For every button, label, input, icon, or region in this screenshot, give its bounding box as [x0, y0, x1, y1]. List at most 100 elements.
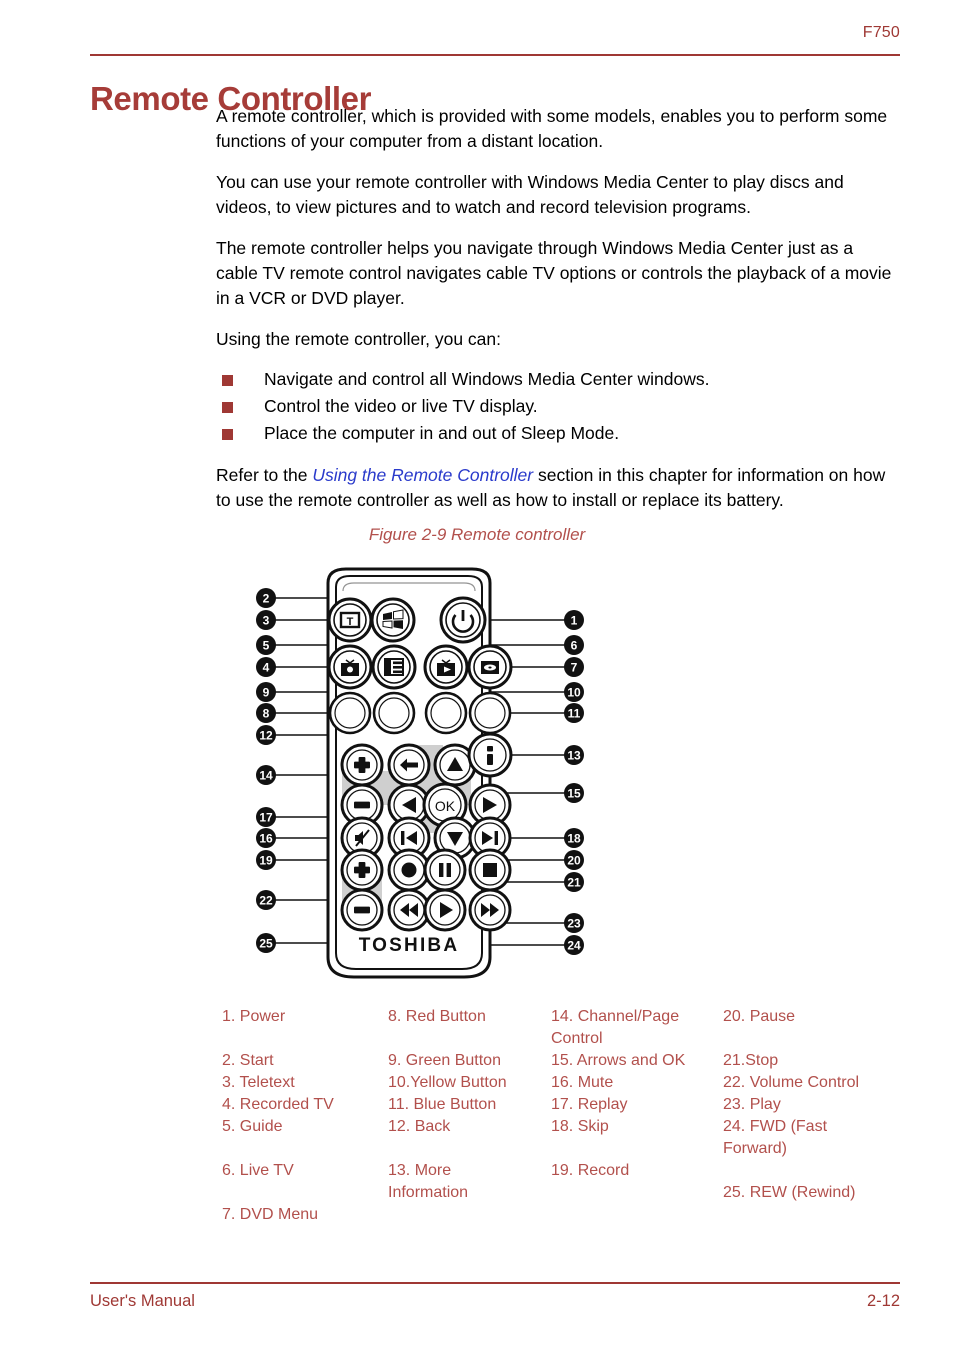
svg-text:19: 19: [259, 854, 273, 868]
stop-square-icon: [483, 863, 497, 877]
link-using-the-remote-controller[interactable]: Using the Remote Controller: [312, 465, 533, 485]
callout-badges-left: 2 3 5 4 9 8 12 14 17 16 19 22 25: [256, 588, 276, 953]
legend-item: 16. Mute: [551, 1074, 614, 1091]
svg-text:10: 10: [567, 686, 581, 700]
paragraph-navigation: The remote controller helps you navigate…: [216, 238, 892, 308]
remote-button-play[interactable]: [423, 888, 467, 932]
callout-25: 25: [256, 933, 276, 953]
svg-text:9: 9: [263, 686, 270, 700]
callout-15: 15: [564, 783, 584, 803]
remote-button-more-information[interactable]: [467, 732, 513, 778]
header-divider: [90, 54, 900, 56]
remote-button-record[interactable]: [387, 848, 431, 892]
svg-text:13: 13: [567, 749, 581, 763]
paragraph-using-lead: Using the remote controller, you can:: [216, 329, 502, 349]
legend-spacer: [388, 1028, 546, 1050]
remote-button-guide[interactable]: [371, 644, 417, 690]
callout-16: 16: [256, 828, 276, 848]
svg-text:20: 20: [567, 854, 581, 868]
callout-4: 4: [256, 657, 276, 677]
legend-item: 1. Power: [222, 1008, 286, 1025]
svg-text:1: 1: [571, 614, 578, 628]
remote-button-volume-up[interactable]: [340, 848, 384, 892]
remote-button-rewind[interactable]: [387, 888, 431, 932]
callout-13: 13: [564, 745, 584, 765]
remote-button-start[interactable]: [370, 597, 416, 643]
svg-text:12: 12: [259, 729, 273, 743]
callout-21: 21: [564, 872, 584, 892]
legend-spacer: [388, 1138, 546, 1160]
legend-item: 6. Live TV: [222, 1162, 294, 1179]
remote-button-back[interactable]: [387, 743, 431, 787]
remote-button-red[interactable]: [328, 691, 372, 735]
legend-item: 14. Channel/Page: [551, 1008, 680, 1025]
svg-text:14: 14: [259, 769, 273, 783]
callout-6: 6: [564, 635, 584, 655]
callout-5: 5: [256, 635, 276, 655]
remote-button-recorded-tv[interactable]: [327, 644, 373, 690]
callout-20: 20: [564, 850, 584, 870]
callout-23: 23: [564, 913, 584, 933]
svg-text:8: 8: [263, 707, 270, 721]
callout-17: 17: [256, 807, 276, 827]
legend-item: 5. Guide: [222, 1118, 283, 1135]
bullet-square-icon: [222, 375, 233, 386]
legend-item: 19. Record: [551, 1162, 630, 1179]
list-item-label: Navigate and control all Windows Media C…: [264, 369, 710, 389]
remote-button-channel-up[interactable]: [340, 743, 384, 787]
page-footer: User's Manual 2-12: [90, 1282, 900, 1322]
remote-button-live-tv[interactable]: [423, 644, 469, 690]
callout-1: 1: [564, 610, 584, 630]
toshiba-brand-logo: TOSHIBA: [359, 935, 460, 956]
svg-text:4: 4: [263, 661, 270, 675]
bullet-square-icon: [222, 429, 233, 440]
figure-remote-controller: T OK TOSHIBA 2 3 5 4 9 8 12 14 17 16 19 …: [250, 565, 590, 995]
legend-item: 24. FWD (Fast: [723, 1118, 828, 1135]
svg-text:5: 5: [263, 639, 270, 653]
legend-item: 21.Stop: [723, 1052, 779, 1069]
svg-text:3: 3: [263, 614, 270, 628]
remote-button-teletext[interactable]: T: [327, 597, 373, 643]
remote-button-volume-down[interactable]: [340, 888, 384, 932]
footer-divider: [90, 1282, 900, 1284]
remote-button-green[interactable]: [372, 691, 416, 735]
legend-column-4: 20. Pause 21.Stop 22. Volume Control 23.…: [723, 1006, 913, 1204]
legend-item: 12. Back: [388, 1118, 451, 1135]
remote-button-pause[interactable]: [423, 848, 467, 892]
capability-list: Navigate and control all Windows Media C…: [216, 366, 892, 447]
callout-11: 11: [564, 703, 584, 723]
bullet-square-icon: [222, 402, 233, 413]
remote-button-blue[interactable]: [468, 691, 512, 735]
minus-icon: [354, 906, 370, 914]
legend-item: 9. Green Button: [388, 1052, 501, 1069]
svg-text:11: 11: [568, 707, 581, 721]
remote-button-power[interactable]: [439, 596, 487, 644]
legend-item: Information: [388, 1184, 469, 1201]
list-item-label: Control the video or live TV display.: [264, 396, 538, 416]
legend-item: 7. DVD Menu: [222, 1206, 319, 1223]
remote-button-dvd-menu[interactable]: [467, 644, 513, 690]
page-header: F750: [90, 24, 900, 58]
callout-3: 3: [256, 610, 276, 630]
list-item: Place the computer in and out of Sleep M…: [216, 420, 892, 447]
remote-button-stop[interactable]: [468, 848, 512, 892]
svg-text:6: 6: [571, 639, 578, 653]
callout-7: 7: [564, 657, 584, 677]
svg-text:7: 7: [571, 661, 578, 675]
paragraph-media-center: You can use your remote controller with …: [216, 172, 844, 217]
remote-button-yellow[interactable]: [424, 691, 468, 735]
svg-text:2: 2: [263, 592, 270, 606]
callout-9: 9: [256, 682, 276, 702]
callout-12: 12: [256, 725, 276, 745]
svg-text:25: 25: [259, 937, 273, 951]
legend-spacer: [551, 1138, 719, 1160]
legend-item: 2. Start: [222, 1052, 274, 1069]
legend-item: 10.Yellow Button: [388, 1074, 507, 1091]
callout-14: 14: [256, 765, 276, 785]
legend-item: 20. Pause: [723, 1008, 796, 1025]
legend-item: 25. REW (Rewind): [723, 1184, 856, 1201]
callout-22: 22: [256, 890, 276, 910]
remote-button-fast-forward[interactable]: [468, 888, 512, 932]
info-icon: [487, 746, 493, 765]
callout-10: 10: [564, 682, 584, 702]
